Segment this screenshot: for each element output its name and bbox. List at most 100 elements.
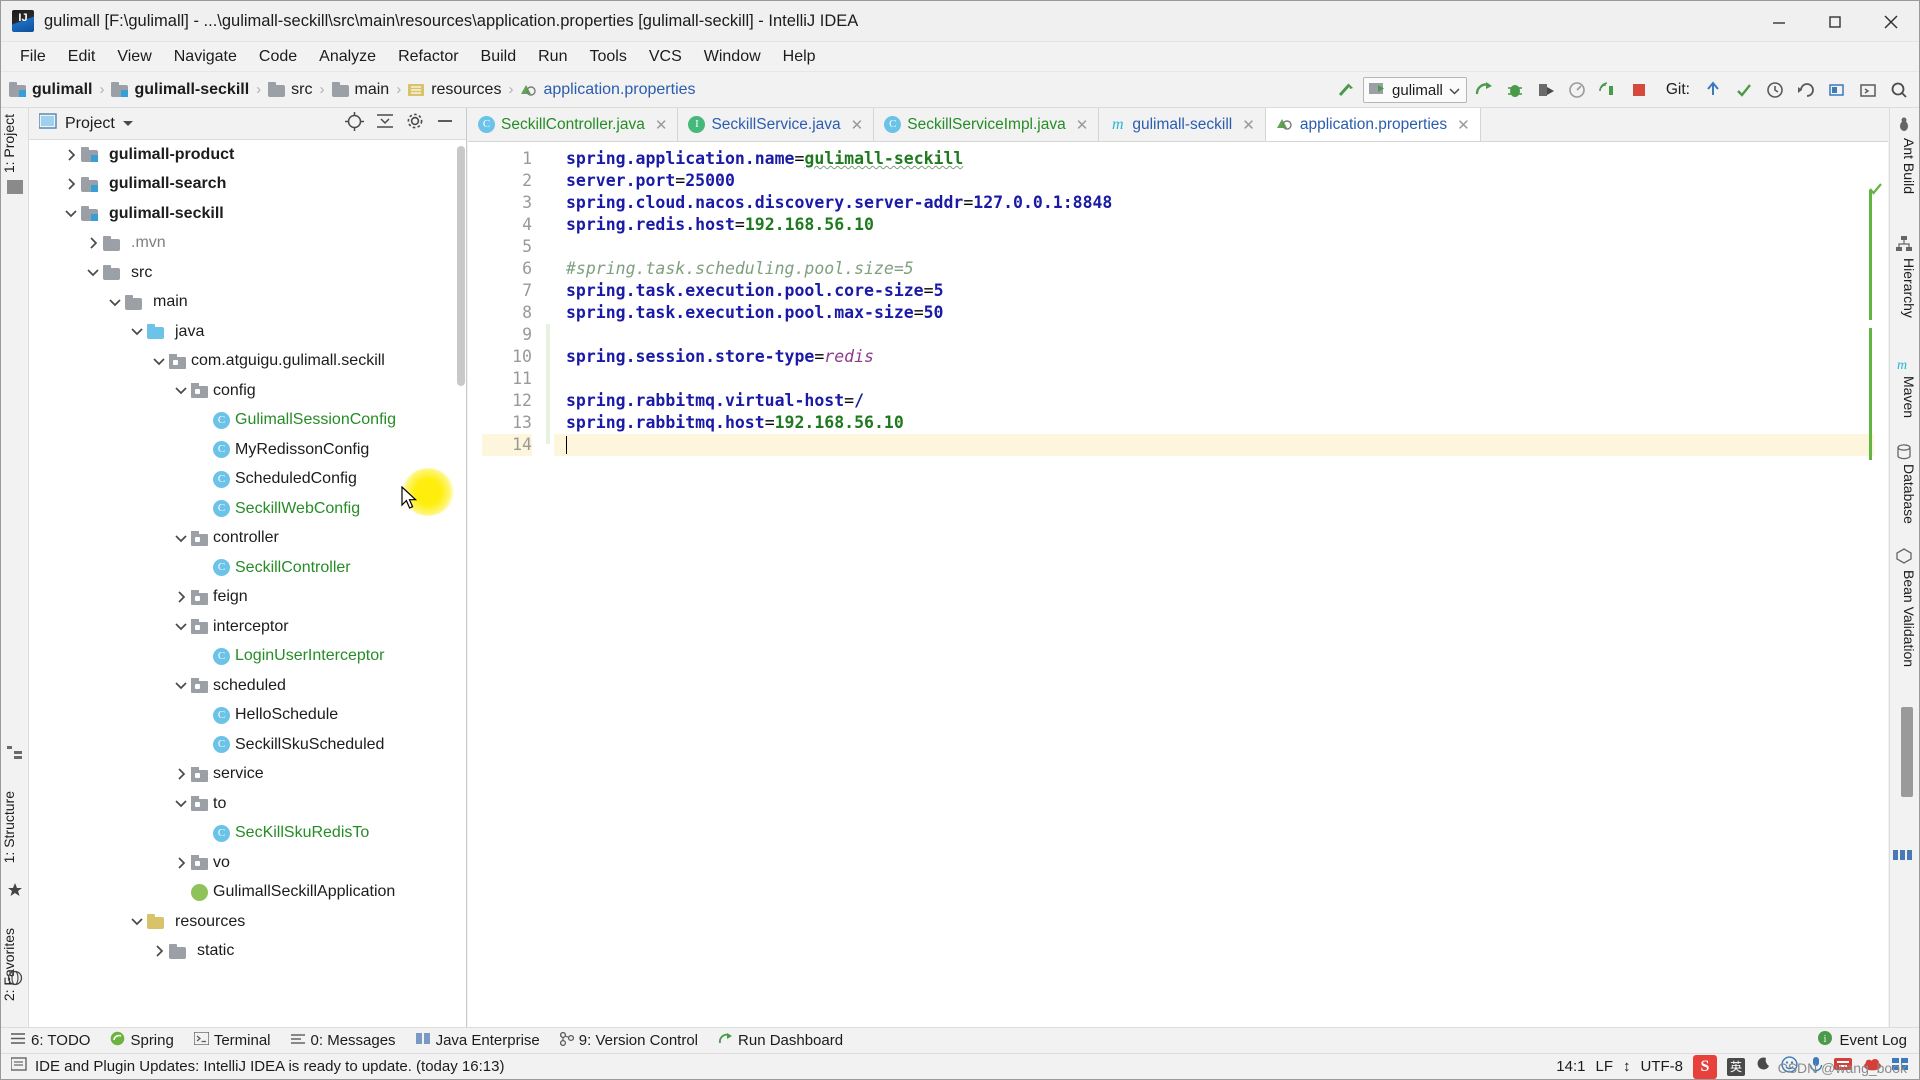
stop-icon[interactable]: [1625, 76, 1653, 104]
tool-window-maven[interactable]: Maven: [1891, 376, 1917, 418]
tool-window-spring[interactable]: Spring: [110, 1031, 174, 1050]
chevron-down-icon[interactable]: [122, 115, 134, 133]
grid-icon[interactable]: [1893, 848, 1917, 867]
code-line[interactable]: spring.application.name=gulimall-seckill: [554, 148, 1888, 170]
tree-node-helloschedule[interactable]: HelloSchedule: [29, 701, 456, 731]
chevron-down-icon[interactable]: [173, 530, 189, 546]
editor-tab-seckillserviceimpl-java[interactable]: SeckillServiceImpl.java ✕: [874, 108, 1100, 141]
tree-node-gulimallsessionconfig[interactable]: GulimallSessionConfig: [29, 406, 456, 436]
chevron-right-icon[interactable]: [173, 589, 189, 605]
tool-window-ant-build[interactable]: Ant Build: [1891, 138, 1917, 194]
tree-node-feign[interactable]: feign: [29, 583, 456, 613]
tool-window-bean-validation[interactable]: Bean Validation: [1891, 570, 1917, 667]
tool-window-run-dashboard[interactable]: Run Dashboard: [718, 1032, 843, 1049]
menu-help[interactable]: Help: [772, 46, 827, 68]
menu-vcs[interactable]: VCS: [638, 46, 693, 68]
status-message[interactable]: IDE and Plugin Updates: IntelliJ IDEA is…: [35, 1058, 504, 1075]
caret-position[interactable]: 14:1: [1556, 1058, 1585, 1075]
event-log-area[interactable]: i Event Log: [1817, 1030, 1919, 1051]
tree-node-vo[interactable]: vo: [29, 848, 456, 878]
tree-node-to[interactable]: to: [29, 789, 456, 819]
menu-build[interactable]: Build: [470, 46, 528, 68]
project-tree[interactable]: gulimall-product gulimall-search gulimall-…: [29, 140, 456, 1027]
menu-edit[interactable]: Edit: [57, 46, 107, 68]
chevron-down-icon[interactable]: [129, 914, 145, 930]
code-editor[interactable]: 1 2 3 4 5 6 7 8 9 10 11 12 13 14 spring.application.n…: [468, 142, 1888, 1027]
chevron-down-icon[interactable]: [151, 353, 167, 369]
tree-node-seckillcontroller[interactable]: SeckillController: [29, 553, 456, 583]
chevron-right-icon[interactable]: [173, 855, 189, 871]
breadcrumb-item-application-properties[interactable]: application.properties: [520, 81, 696, 99]
menu-refactor[interactable]: Refactor: [387, 46, 469, 68]
build-icon[interactable]: [1332, 76, 1360, 104]
run-icon[interactable]: [1470, 76, 1498, 104]
chevron-right-icon[interactable]: [63, 147, 79, 163]
code-line[interactable]: #spring.task.scheduling.pool.size=5: [554, 258, 1888, 280]
code-line[interactable]: [554, 434, 1888, 456]
file-encoding[interactable]: UTF-8: [1641, 1058, 1684, 1075]
editor-tab-gulimall-seckill[interactable]: gulimall-seckill ✕: [1099, 108, 1266, 141]
run-anything-icon[interactable]: [1854, 76, 1882, 104]
tree-node-main[interactable]: main: [29, 288, 456, 318]
close-tab-icon[interactable]: ✕: [655, 116, 668, 134]
tool-window-todo[interactable]: 6: TODO: [11, 1032, 90, 1049]
code-line[interactable]: spring.rabbitmq.host=192.168.56.10: [554, 412, 1888, 434]
chevron-right-icon[interactable]: [151, 943, 167, 959]
tool-window-database[interactable]: Database: [1891, 464, 1917, 524]
menu-analyze[interactable]: Analyze: [308, 46, 387, 68]
run-with-coverage-icon[interactable]: [1532, 76, 1560, 104]
undo-icon[interactable]: [1792, 76, 1820, 104]
scroll-from-source-icon[interactable]: [345, 111, 364, 136]
code-line[interactable]: spring.redis.host=192.168.56.10: [554, 214, 1888, 236]
close-tab-icon[interactable]: ✕: [1457, 116, 1470, 134]
tree-node-src[interactable]: src: [29, 258, 456, 288]
tree-node-resources[interactable]: resources: [29, 907, 456, 937]
chevron-down-icon[interactable]: [173, 678, 189, 694]
tree-node-mvn[interactable]: .mvn: [29, 229, 456, 259]
collapse-all-icon[interactable]: [376, 112, 394, 135]
tool-window-project[interactable]: 1: Project: [1, 110, 29, 177]
editor-tab-seckillservice-java[interactable]: SeckillService.java ✕: [678, 108, 875, 141]
debug-icon[interactable]: [1501, 76, 1529, 104]
code-line[interactable]: [554, 324, 1888, 346]
editor-tab-seckillcontroller-java[interactable]: SeckillController.java ✕: [468, 108, 679, 141]
run-configuration-selector[interactable]: gulimall: [1363, 77, 1467, 103]
tool-window-terminal[interactable]: Terminal: [193, 1031, 271, 1049]
tree-node-loginuserinterceptor[interactable]: LoginUserInterceptor: [29, 642, 456, 672]
history-icon[interactable]: [1761, 76, 1789, 104]
line-separator[interactable]: LF: [1595, 1058, 1613, 1075]
tree-node-com-atguigu-gulimall-seckill[interactable]: com.atguigu.gulimall.seckill: [29, 347, 456, 377]
hide-icon[interactable]: [436, 112, 454, 135]
code-line[interactable]: spring.task.execution.pool.core-size=5: [554, 280, 1888, 302]
attach-icon[interactable]: [1594, 76, 1622, 104]
tree-node-myredissonconfig[interactable]: MyRedissonConfig: [29, 435, 456, 465]
breadcrumb-item-gulimall[interactable]: gulimall: [9, 81, 92, 99]
update-project-icon[interactable]: [1699, 76, 1727, 104]
menu-file[interactable]: File: [9, 46, 57, 68]
tree-node-controller[interactable]: controller: [29, 524, 456, 554]
menu-tools[interactable]: Tools: [578, 46, 637, 68]
code-line[interactable]: spring.task.execution.pool.max-size=50: [554, 302, 1888, 324]
tool-window-structure[interactable]: 1: Structure: [1, 787, 29, 867]
code-line[interactable]: [554, 368, 1888, 390]
tree-node-scheduled[interactable]: scheduled: [29, 671, 456, 701]
breadcrumb-item-gulimall-seckill[interactable]: gulimall-seckill: [111, 81, 249, 99]
menu-window[interactable]: Window: [693, 46, 772, 68]
tree-node-scheduledconfig[interactable]: ScheduledConfig: [29, 465, 456, 495]
code-folding-column[interactable]: [542, 142, 554, 1027]
close-button[interactable]: [1863, 1, 1919, 42]
tool-window-java-enterprise[interactable]: Java Enterprise: [415, 1032, 540, 1049]
menu-navigate[interactable]: Navigate: [163, 46, 248, 68]
breadcrumb-item-src[interactable]: src: [268, 81, 313, 99]
chevron-down-icon[interactable]: [173, 619, 189, 635]
project-tree-scrollbar[interactable]: [457, 146, 465, 386]
breadcrumb-item-main[interactable]: main: [331, 81, 389, 99]
gear-icon[interactable]: [406, 112, 424, 135]
tool-window-version-control[interactable]: 9: Version Control: [559, 1031, 698, 1050]
editor-scrollbar-thumb[interactable]: [1901, 707, 1913, 797]
code-line[interactable]: [554, 236, 1888, 258]
close-tab-icon[interactable]: ✕: [1076, 116, 1089, 134]
breadcrumb-item-resources[interactable]: resources: [408, 81, 501, 99]
menu-code[interactable]: Code: [248, 46, 308, 68]
tree-node-config[interactable]: config: [29, 376, 456, 406]
